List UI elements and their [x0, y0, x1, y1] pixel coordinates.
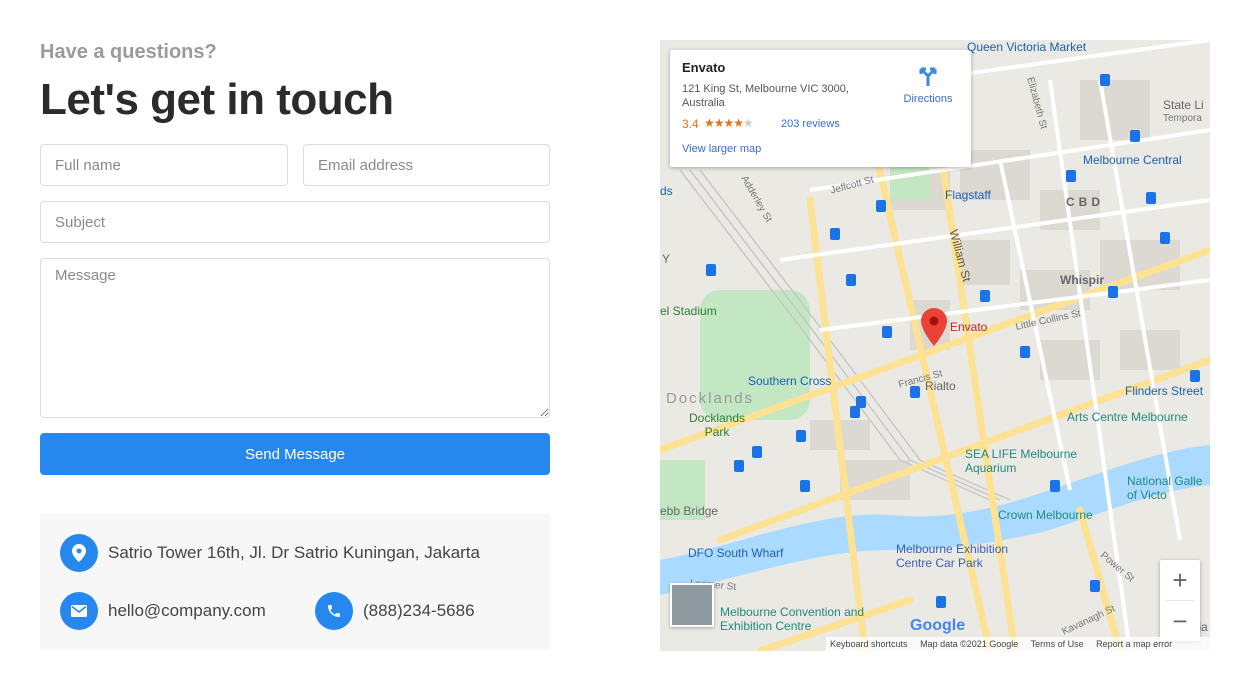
map-label-exhibition-car-park: Melbourne Exhibition Centre Car Park [896, 542, 1009, 570]
contact-email[interactable]: hello@company.com [108, 600, 266, 622]
zoom-controls: + − [1160, 560, 1200, 641]
map-label-whispir: Whispir [1060, 273, 1104, 287]
keyboard-shortcuts-link[interactable]: Keyboard shortcuts [830, 639, 908, 649]
map-label-docklands: Docklands [666, 390, 755, 407]
map-label-sea-life: SEA LIFE Melbourne Aquarium [965, 447, 1078, 475]
rating-stars-icon: ★★★★★ [704, 116, 754, 130]
map-label-cbd: CBD [1066, 195, 1104, 209]
view-larger-map-link[interactable]: View larger map [682, 143, 761, 155]
street-view-thumbnail[interactable] [670, 583, 714, 627]
map-label-southern-cross: Southern Cross [748, 374, 832, 388]
map-label-temporary: Tempora [1163, 113, 1202, 124]
envelope-icon [60, 592, 98, 630]
map-data-attribution: Map data ©2021 Google [920, 639, 1019, 649]
embedded-map[interactable]: Envato 121 King St, Melbourne VIC 3000, … [660, 40, 1210, 651]
send-message-button[interactable]: Send Message [40, 433, 550, 475]
email-input[interactable] [303, 144, 550, 186]
contact-phone[interactable]: (888)234-5686 [363, 600, 475, 622]
contact-info-panel: Satrio Tower 16th, Jl. Dr Satrio Kuninga… [40, 514, 550, 650]
map-label-crown-melbourne: Crown Melbourne [998, 508, 1093, 522]
map-label-ds: ds [660, 184, 673, 198]
map-label-flinders-street: Flinders Street [1125, 384, 1204, 398]
form-heading: Let's get in touch [40, 75, 394, 124]
place-info-card: Envato 121 King St, Melbourne VIC 3000, … [670, 50, 971, 167]
directions-label: Directions [903, 93, 953, 105]
map-pin-label: Envato [950, 320, 988, 334]
map-label-docklands-park: Docklands Park [688, 411, 746, 439]
reviews-link[interactable]: 203 reviews [781, 118, 840, 130]
map-label-convention-centre: Melbourne Convention and Exhibition Cent… [720, 605, 865, 633]
location-pin-icon [60, 534, 98, 572]
directions-button[interactable]: Directions [898, 64, 958, 105]
directions-icon [919, 67, 937, 86]
zoom-out-button[interactable]: − [1160, 601, 1200, 641]
terms-of-use-link[interactable]: Terms of Use [1031, 639, 1084, 649]
message-textarea[interactable] [40, 258, 550, 418]
contact-form-section: Have a questions? Let's get in touch Sen… [40, 38, 550, 650]
form-eyebrow: Have a questions? [40, 41, 217, 63]
map-label-arts-centre: Arts Centre Melbourne [1067, 410, 1188, 424]
place-name: Envato [682, 60, 726, 75]
phone-icon [315, 592, 353, 630]
map-label-state-library: State Li [1163, 98, 1204, 112]
map-label-stadium: el Stadium [660, 304, 717, 318]
map-label-flagstaff: Flagstaff [945, 188, 991, 202]
place-rating: 3.4 [682, 117, 699, 131]
map-label-webb-bridge: ebb Bridge [660, 504, 719, 518]
map-label-national-gallery: National Galle of Victo [1127, 474, 1203, 502]
zoom-in-button[interactable]: + [1160, 560, 1200, 600]
map-footer: Keyboard shortcuts Map data ©2021 Google… [826, 637, 1210, 651]
map-label-dfo-south-wharf: DFO South Wharf [688, 546, 784, 560]
map-label-melbourne-central: Melbourne Central [1083, 153, 1182, 167]
full-name-input[interactable] [40, 144, 288, 186]
map-label-queen-victoria-market: Queen Victoria Market [967, 40, 1087, 54]
subject-input[interactable] [40, 201, 550, 243]
map-label-y: Y [662, 252, 671, 266]
place-address: 121 King St, Melbourne VIC 3000, Austral… [682, 83, 849, 109]
google-logo: Google [910, 617, 966, 634]
location-pin-icon[interactable] [921, 308, 947, 346]
report-map-error-link[interactable]: Report a map error [1096, 639, 1172, 649]
contact-address: Satrio Tower 16th, Jl. Dr Satrio Kuninga… [108, 543, 480, 562]
